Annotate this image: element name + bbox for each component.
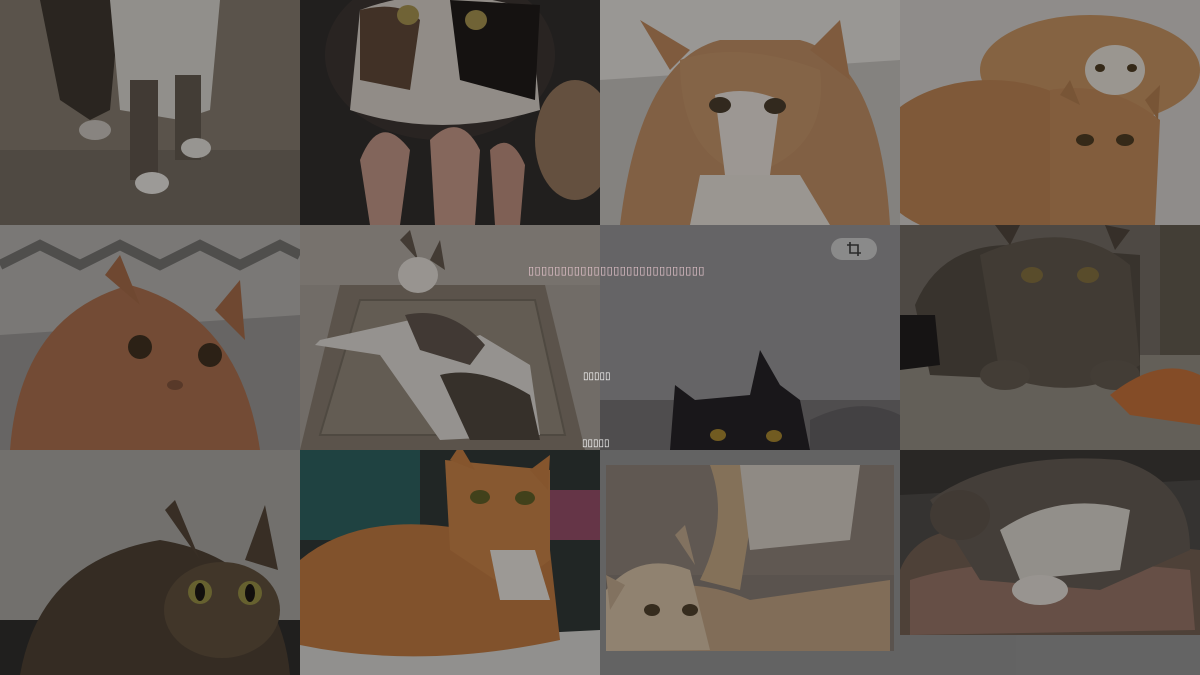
photo-tile-4[interactable] [900,0,1200,225]
photo-tile-1[interactable] [0,0,300,225]
photo-tile-6[interactable] [300,225,600,450]
photo-tile-8[interactable] [900,225,1200,450]
photo-tile-12[interactable] [900,450,1200,675]
cat-photo-orange-on-blanket [0,225,300,450]
cat-photo-tabby-lying [900,225,1200,450]
photo-tile-5[interactable] [0,225,300,450]
cat-photo-on-rug [300,225,600,450]
cat-photo-tortoiseshell [0,450,300,675]
cat-photo-sleeping-bed [900,450,1200,675]
cat-photo-orange-lying [300,450,600,675]
cat-photo-two-orange-cats [900,0,1200,225]
overlay-option-2[interactable]: ▯▯▯▯▯ [582,438,610,449]
photo-tile-9[interactable] [0,450,300,675]
overlay-option-1[interactable]: ▯▯▯▯▯ [583,371,611,382]
cat-photo-standing-paws [0,0,300,225]
cat-photo-kittens [600,450,900,675]
photo-tile-11[interactable] [600,450,900,675]
crop-icon [847,242,861,256]
cat-photo-calico [300,0,600,225]
crop-button[interactable] [831,238,877,260]
cat-photo-orange-white [600,0,900,225]
photo-tile-10[interactable] [300,450,600,675]
photo-grid [0,0,1200,675]
overlay-title: ▯▯▯▯▯▯▯▯▯▯▯▯▯▯▯▯▯▯▯▯▯▯▯▯▯▯▯ [528,264,705,277]
photo-tile-2[interactable] [300,0,600,225]
photo-tile-3[interactable] [600,0,900,225]
